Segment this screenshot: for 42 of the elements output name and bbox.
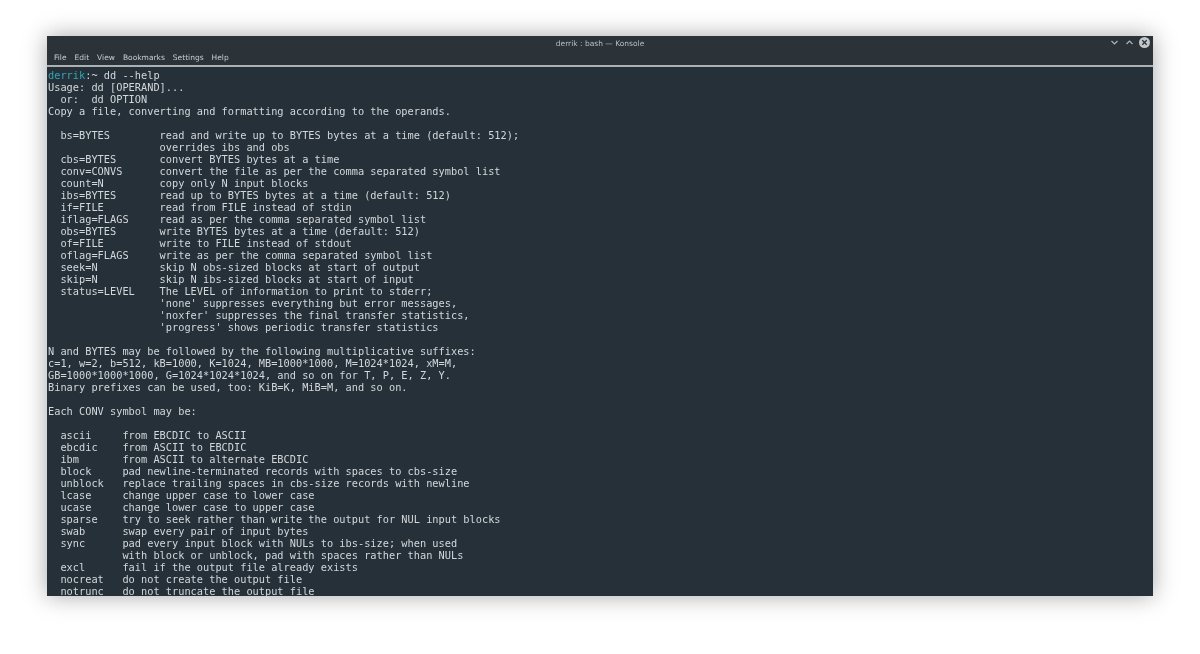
output-line: unblock replace trailing spaces in cbs-size records with newline bbox=[59, 477, 470, 489]
output-line: if=FILE read from FILE instead of stdin bbox=[59, 201, 352, 213]
output-line: or: dd OPTION bbox=[59, 93, 148, 105]
output-line: nocreat do not create the output file bbox=[59, 573, 303, 585]
output-line: 'noxfer' suppresses the final transfer statistics, bbox=[158, 309, 470, 321]
output-line: status=LEVEL The LEVEL of information to print to stderr; bbox=[59, 285, 433, 297]
close-button[interactable] bbox=[1139, 37, 1150, 48]
output-line: c=1, w=2, b=512, kB=1000, K=1024, MB=1000*1000, M=1024*1024, xM=M, bbox=[48, 357, 458, 369]
output-line: Usage: dd [OPERAND]... bbox=[48, 81, 185, 93]
chevron-up-icon bbox=[1125, 38, 1134, 47]
output-line: skip=N skip N ibs-sized blocks at start of input bbox=[59, 273, 414, 285]
output-line: count=N copy only N input blocks bbox=[59, 177, 309, 189]
output-line: obs=BYTES write BYTES bytes at a time (default: 512) bbox=[59, 225, 420, 237]
output-line: GB=1000*1000*1000, G=1024*1024*1024, and so on for T, P, E, Z, Y. bbox=[48, 369, 451, 381]
output-line: sync pad every input block with NULs to ibs-size; when used bbox=[59, 537, 458, 549]
output-line: swab swap every pair of input bytes bbox=[59, 525, 309, 537]
prompt-line: derrik:~ dd --help bbox=[48, 69, 160, 81]
output-line: ebcdic from ASCII to EBCDIC bbox=[59, 441, 247, 453]
output-line: overrides ibs and obs bbox=[158, 141, 290, 153]
output-line: iflag=FLAGS read as per the comma separated symbol list bbox=[59, 213, 427, 225]
output-line: ascii from EBCDIC to ASCII bbox=[59, 429, 247, 441]
output-line: conv=CONVS convert the file as per the comma separated symbol list bbox=[59, 165, 501, 177]
output-line: Binary prefixes can be used, too: KiB=K, MiB=M, and so on. bbox=[48, 381, 408, 393]
output-line: N and BYTES may be followed by the following multiplicative suffixes: bbox=[48, 345, 476, 357]
output-line: block pad newline-terminated records with spaces to cbs-size bbox=[59, 465, 458, 477]
output-line: 'none' suppresses everything but error messages, bbox=[158, 297, 458, 309]
output-line: ucase change lower case to upper case bbox=[59, 501, 315, 513]
output-line: excl fail if the output file already exists bbox=[59, 561, 358, 573]
output-line: Copy a file, converting and formatting according to the operands. bbox=[48, 105, 451, 117]
output-line: with block or unblock, pad with spaces rather than NULs bbox=[121, 549, 464, 561]
output-line: seek=N skip N obs-sized blocks at start of output bbox=[59, 261, 420, 273]
chevron-down-icon bbox=[1110, 38, 1119, 47]
output-line: oflag=FLAGS write as per the comma separated symbol list bbox=[59, 249, 433, 261]
output-line: sparse try to seek rather than write the output for NUL input blocks bbox=[59, 513, 501, 525]
output-line: Each CONV symbol may be: bbox=[48, 405, 197, 417]
output-line: 'progress' shows periodic transfer statistics bbox=[158, 321, 439, 333]
output-line: ibs=BYTES read up to BYTES bytes at a time (default: 512) bbox=[59, 189, 451, 201]
output-line: lcase change upper case to lower case bbox=[59, 489, 315, 501]
output-line: cbs=BYTES convert BYTES bytes at a time bbox=[59, 153, 340, 165]
output-line: ibm from ASCII to alternate EBCDIC bbox=[59, 453, 309, 465]
output-line: bs=BYTES read and write up to BYTES bytes at a time (default: 512); bbox=[59, 129, 520, 141]
output-line: of=FILE write to FILE instead of stdout bbox=[59, 237, 352, 249]
